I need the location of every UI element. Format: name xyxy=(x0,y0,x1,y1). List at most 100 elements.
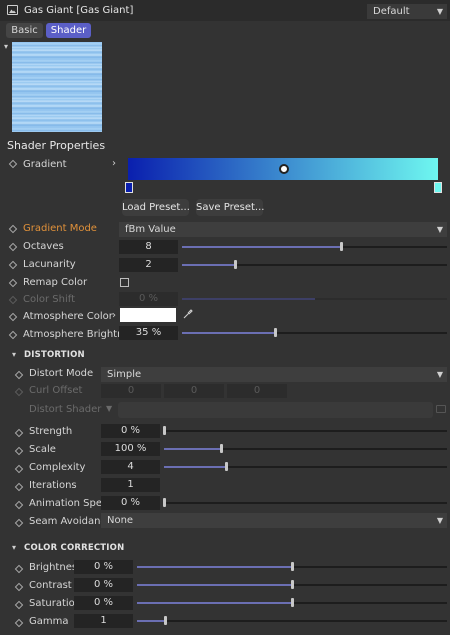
lacunarity-slider-handle[interactable] xyxy=(234,260,237,269)
gradient-mode-dropdown[interactable]: fBm Value ▼ xyxy=(119,222,447,237)
animation-speed-slider-handle[interactable] xyxy=(163,498,166,507)
complexity-label: Complexity xyxy=(29,462,86,473)
chevron-down-icon: ▼ xyxy=(436,7,443,16)
distort-mode-keyframe-icon[interactable] xyxy=(14,370,24,380)
color-shift-keyframe-icon xyxy=(8,295,18,305)
gradient-stop-end[interactable] xyxy=(434,182,442,193)
gradient-keyframe-icon[interactable] xyxy=(8,159,18,169)
distortion-section-title: DISTORTION xyxy=(24,350,85,360)
gamma-slider-fill xyxy=(137,620,165,622)
color-shift-field: 0 % xyxy=(119,292,178,306)
lacunarity-keyframe-icon[interactable] xyxy=(8,260,18,270)
contrast-label: Contrast xyxy=(29,580,72,591)
saturation-field[interactable]: 0 % xyxy=(74,596,133,610)
lacunarity-field[interactable]: 2 xyxy=(119,258,178,272)
chevron-down-icon: ▼ xyxy=(436,370,443,379)
gradient-stop-start[interactable] xyxy=(125,182,133,193)
iterations-field[interactable]: 1 xyxy=(101,478,160,492)
strength-label: Strength xyxy=(29,426,73,437)
shader-properties-title: Shader Properties xyxy=(7,139,106,152)
complexity-keyframe-icon[interactable] xyxy=(14,464,24,474)
chevron-right-icon[interactable]: › xyxy=(112,310,116,321)
load-preset-button[interactable]: Load Preset... xyxy=(122,199,190,216)
brightness-field[interactable]: 0 % xyxy=(74,560,133,574)
brightness-keyframe-icon[interactable] xyxy=(14,564,24,574)
distortion-collapse-chevron-icon[interactable]: ▾ xyxy=(12,350,16,359)
remap-color-keyframe-icon[interactable] xyxy=(8,278,18,288)
curl-offset-label: Curl Offset xyxy=(29,385,83,396)
contrast-slider-fill xyxy=(137,584,292,586)
curl-offset-y-field: 0 xyxy=(164,384,224,398)
octaves-label: Octaves xyxy=(23,241,64,252)
save-preset-button[interactable]: Save Preset... xyxy=(196,199,265,216)
scale-keyframe-icon[interactable] xyxy=(14,446,24,456)
animation-speed-slider-track[interactable] xyxy=(164,502,447,504)
strength-keyframe-icon[interactable] xyxy=(14,428,24,438)
tab-shader[interactable]: Shader xyxy=(46,23,91,38)
octaves-slider-fill xyxy=(182,246,341,248)
gamma-field[interactable]: 1 xyxy=(74,614,133,628)
seam-avoidance-value: None xyxy=(107,515,134,526)
load-preset-label: Load Preset... xyxy=(122,202,190,213)
gamma-label: Gamma xyxy=(29,616,69,627)
eyedropper-icon[interactable] xyxy=(182,308,194,323)
color-shift-label: Color Shift xyxy=(23,294,76,305)
distort-mode-dropdown[interactable]: Simple ▼ xyxy=(101,367,447,382)
atmosphere-brightness-keyframe-icon[interactable] xyxy=(8,330,18,340)
gradient-midpoint-handle[interactable] xyxy=(279,164,289,174)
gradient-mode-keyframe-icon[interactable] xyxy=(8,224,18,234)
atmosphere-color-keyframe-icon[interactable] xyxy=(8,312,18,322)
curl-offset-z-field: 0 xyxy=(227,384,287,398)
animation-speed-field[interactable]: 0 % xyxy=(101,496,160,510)
preset-dropdown[interactable]: Default ▼ xyxy=(367,4,447,19)
distort-mode-label: Distort Mode xyxy=(29,368,94,379)
complexity-slider-handle[interactable] xyxy=(225,462,228,471)
tab-basic[interactable]: Basic xyxy=(6,23,43,38)
scale-field[interactable]: 100 % xyxy=(101,442,160,456)
object-title: Gas Giant [Gas Giant] xyxy=(24,5,134,16)
atmosphere-brightness-slider-handle[interactable] xyxy=(274,328,277,337)
atmosphere-color-label: Atmosphere Color xyxy=(23,311,113,322)
tab-shader-label: Shader xyxy=(50,25,87,36)
gamma-slider-handle[interactable] xyxy=(164,616,167,625)
atmosphere-brightness-field[interactable]: 35 % xyxy=(119,326,178,340)
scale-slider-handle[interactable] xyxy=(220,444,223,453)
animation-speed-keyframe-icon[interactable] xyxy=(14,500,24,510)
atmosphere-color-swatch[interactable] xyxy=(120,308,176,322)
contrast-field[interactable]: 0 % xyxy=(74,578,133,592)
chevron-right-icon[interactable]: › xyxy=(112,158,116,169)
color-shift-slider-fill xyxy=(182,298,315,300)
saturation-keyframe-icon[interactable] xyxy=(14,600,24,610)
complexity-field[interactable]: 4 xyxy=(101,460,160,474)
collapse-chevron-icon[interactable]: ▾ xyxy=(4,42,8,51)
octaves-slider-handle[interactable] xyxy=(340,242,343,251)
octaves-keyframe-icon[interactable] xyxy=(8,242,18,252)
strength-slider-handle[interactable] xyxy=(163,426,166,435)
strength-field[interactable]: 0 % xyxy=(101,424,160,438)
lacunarity-slider-fill xyxy=(182,264,235,266)
octaves-field[interactable]: 8 xyxy=(119,240,178,254)
contrast-keyframe-icon[interactable] xyxy=(14,582,24,592)
seam-avoidance-dropdown[interactable]: None ▼ xyxy=(101,513,447,528)
iterations-keyframe-icon[interactable] xyxy=(14,482,24,492)
distort-shader-field xyxy=(118,402,433,418)
gamma-slider-track[interactable] xyxy=(137,620,447,622)
gradient-mode-label: Gradient Mode xyxy=(23,223,97,234)
contrast-slider-handle[interactable] xyxy=(291,580,294,589)
strength-slider-track[interactable] xyxy=(164,430,447,432)
complexity-slider-fill xyxy=(164,466,226,468)
iterations-label: Iterations xyxy=(29,480,77,491)
chevron-down-icon: ▼ xyxy=(106,404,113,413)
distort-mode-value: Simple xyxy=(107,369,142,380)
atmosphere-brightness-slider-fill xyxy=(182,332,275,334)
curl-offset-x-field: 0 xyxy=(101,384,161,398)
gamma-keyframe-icon[interactable] xyxy=(14,618,24,628)
lacunarity-label: Lacunarity xyxy=(23,259,76,270)
brightness-slider-handle[interactable] xyxy=(291,562,294,571)
scale-label: Scale xyxy=(29,444,56,455)
color-correction-collapse-chevron-icon[interactable]: ▾ xyxy=(12,543,16,552)
seam-avoidance-keyframe-icon[interactable] xyxy=(14,518,24,528)
saturation-slider-handle[interactable] xyxy=(291,598,294,607)
save-preset-label: Save Preset... xyxy=(196,202,265,213)
remap-color-checkbox[interactable] xyxy=(120,278,129,287)
